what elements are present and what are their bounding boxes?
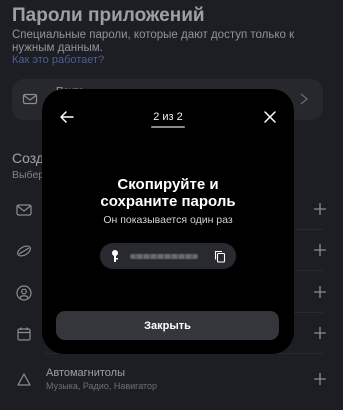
key-icon: [112, 250, 118, 262]
close-icon[interactable]: [263, 110, 277, 124]
dialog-heading: Скопируйте и сохраните пароль: [42, 176, 294, 210]
dialog-heading-line2: сохраните пароль: [100, 193, 236, 210]
close-button[interactable]: Закрыть: [56, 311, 279, 340]
dialog-hint: Он показывается один раз: [103, 214, 233, 226]
copy-password-dialog: 2 из 2 Скопируйте и сохраните пароль Он …: [42, 89, 294, 354]
step-progress-line: [151, 126, 185, 128]
generated-password-field[interactable]: [100, 243, 236, 269]
step-indicator: 2 из 2: [153, 111, 183, 123]
copy-icon[interactable]: [214, 250, 226, 263]
masked-password: [130, 254, 198, 259]
dialog-heading-line1: Скопируйте и: [117, 176, 219, 193]
